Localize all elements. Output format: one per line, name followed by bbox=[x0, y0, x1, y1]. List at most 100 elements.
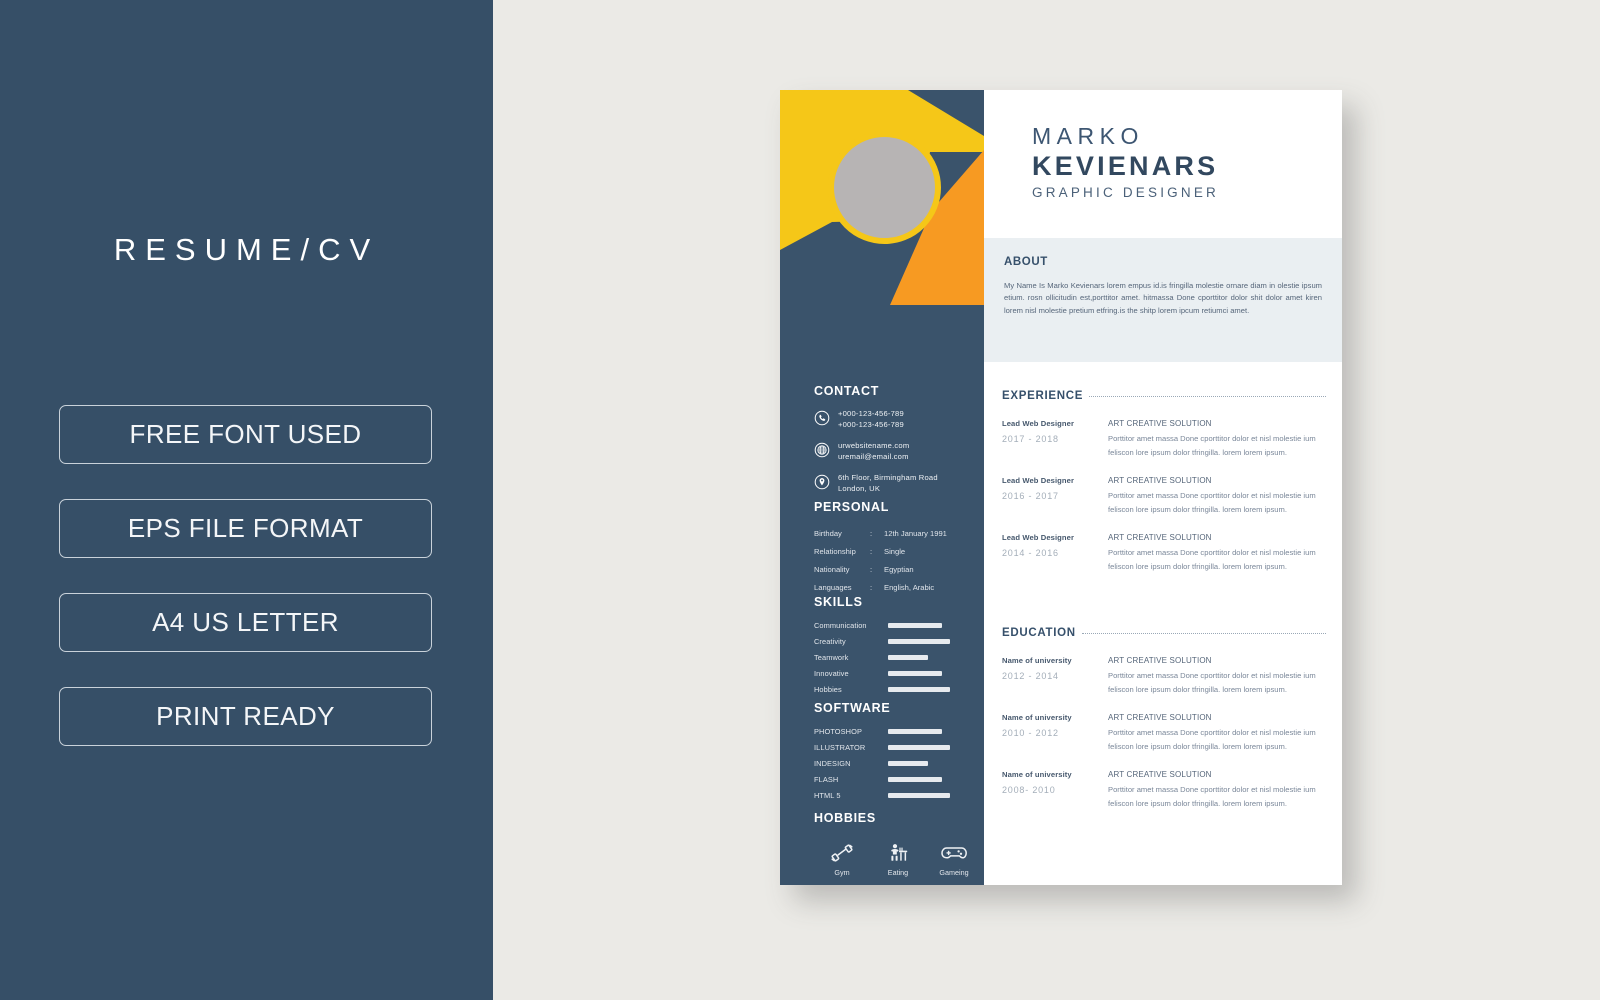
personal-row-relationship: Relationship : Single bbox=[814, 547, 984, 557]
skill-row: Communication bbox=[814, 621, 984, 630]
education-company: ART CREATIVE SOLUTION bbox=[1108, 656, 1212, 665]
education-company: ART CREATIVE SOLUTION bbox=[1108, 713, 1212, 722]
dumbbell-icon bbox=[814, 841, 870, 865]
address-line-1: 6th Floor, Birmingham Road bbox=[838, 473, 938, 482]
job-title: GRAPHIC DESIGNER bbox=[1032, 185, 1219, 200]
personal-separator: : bbox=[870, 529, 873, 538]
promo-title: RESUME/CV bbox=[113, 232, 380, 267]
education-date: 2010 - 2012 bbox=[1002, 728, 1059, 738]
education-section-title: EDUCATION bbox=[1002, 627, 1076, 639]
education-entry: Name of university 2012 - 2014 ART CREAT… bbox=[1002, 656, 1326, 696]
personal-row-languages: Languages : English, Arabic bbox=[814, 583, 984, 593]
education-description: Porttitor amet massa Done cporttitor dol… bbox=[1108, 728, 1316, 751]
experience-role: Lead Web Designer bbox=[1002, 419, 1075, 428]
experience-entry-meta: Lead Web Designer 2016 - 2017 bbox=[1002, 476, 1108, 516]
personal-key: Relationship bbox=[814, 547, 856, 556]
hobby-label: Gameing bbox=[939, 868, 969, 877]
education-institution: Name of university bbox=[1002, 713, 1072, 722]
experience-company: ART CREATIVE SOLUTION bbox=[1108, 533, 1212, 542]
software-row: PHOTOSHOP bbox=[814, 727, 984, 736]
software-label: HTML 5 bbox=[814, 791, 841, 800]
promo-badge-eps-format[interactable]: EPS FILE FORMAT bbox=[59, 499, 432, 558]
education-company: ART CREATIVE SOLUTION bbox=[1108, 770, 1212, 779]
personal-key: Nationality bbox=[814, 565, 850, 574]
education-entry: Name of university 2008- 2010 ART CREATI… bbox=[1002, 770, 1326, 810]
skill-label: Creativity bbox=[814, 637, 846, 646]
contact-address-text: 6th Floor, Birmingham Road London, UK bbox=[838, 473, 938, 494]
personal-row-birthday: Birthday : 12th January 1991 bbox=[814, 529, 984, 539]
software-bar-fill bbox=[888, 729, 942, 734]
website-line[interactable]: urwebsitename.com bbox=[838, 441, 909, 450]
hobby-item-gaming: Gameing bbox=[926, 841, 982, 877]
education-entry-body: ART CREATIVE SOLUTION Porttitor amet mas… bbox=[1108, 713, 1326, 753]
software-bar-track bbox=[888, 777, 952, 782]
software-section: SOFTWARE PHOTOSHOP ILLUSTRATOR INDESIGN … bbox=[814, 701, 984, 800]
promo-badge-print-ready[interactable]: PRINT READY bbox=[59, 687, 432, 746]
experience-entry-meta: Lead Web Designer 2014 - 2016 bbox=[1002, 533, 1108, 573]
hobbies-section-title: HOBBIES bbox=[814, 811, 876, 825]
email-line[interactable]: uremail@email.com bbox=[838, 452, 909, 461]
promo-badge-label: A4 US LETTER bbox=[152, 607, 339, 637]
education-entry: Name of university 2010 - 2012 ART CREAT… bbox=[1002, 713, 1326, 753]
skill-label: Hobbies bbox=[814, 685, 842, 694]
software-bar-track bbox=[888, 745, 952, 750]
hobby-label: Eating bbox=[887, 868, 909, 877]
skill-row: Innovative bbox=[814, 669, 984, 678]
resume-sidebar: CONTACT +000-123-456-789 +000-123-456-78… bbox=[780, 90, 984, 885]
software-row: FLASH bbox=[814, 775, 984, 784]
personal-value: English, Arabic bbox=[884, 583, 935, 592]
education-heading: EDUCATION bbox=[1002, 627, 1326, 639]
experience-role: Lead Web Designer bbox=[1002, 533, 1075, 542]
software-bar-fill bbox=[888, 745, 951, 750]
experience-entry-body: ART CREATIVE SOLUTION Porttitor amet mas… bbox=[1108, 419, 1326, 459]
hobby-item-eating: Eating bbox=[870, 841, 926, 877]
skill-bar-fill bbox=[888, 623, 942, 628]
resume-main: MARKO KEVIENARS GRAPHIC DESIGNER ABOUT M… bbox=[984, 90, 1342, 885]
experience-heading: EXPERIENCE bbox=[1002, 390, 1326, 402]
education-entry-body: ART CREATIVE SOLUTION Porttitor amet mas… bbox=[1108, 656, 1326, 696]
software-label: INDESIGN bbox=[814, 759, 851, 768]
education-entry-meta: Name of university 2012 - 2014 bbox=[1002, 656, 1108, 696]
education-institution: Name of university bbox=[1002, 770, 1072, 779]
promo-badge-label: EPS FILE FORMAT bbox=[127, 513, 364, 543]
experience-role: Lead Web Designer bbox=[1002, 476, 1075, 485]
personal-section: PERSONAL Birthday : 12th January 1991 Re… bbox=[814, 500, 984, 593]
globe-icon bbox=[814, 442, 830, 458]
last-name: KEVIENARS bbox=[1032, 151, 1219, 181]
dining-icon bbox=[870, 841, 926, 865]
skill-label: Innovative bbox=[814, 669, 849, 678]
contact-section: CONTACT +000-123-456-789 +000-123-456-78… bbox=[814, 384, 984, 494]
skill-row: Hobbies bbox=[814, 685, 984, 694]
skill-label: Communication bbox=[814, 621, 867, 630]
software-bar-track bbox=[888, 761, 952, 766]
promo-badge-free-font[interactable]: FREE FONT USED bbox=[59, 405, 432, 464]
experience-date: 2014 - 2016 bbox=[1002, 548, 1059, 558]
promo-badge-a4-us-letter[interactable]: A4 US LETTER bbox=[59, 593, 432, 652]
education-entry-body: ART CREATIVE SOLUTION Porttitor amet mas… bbox=[1108, 770, 1326, 810]
skills-section-title: SKILLS bbox=[814, 595, 863, 609]
personal-value: Single bbox=[884, 547, 906, 556]
software-section-title: SOFTWARE bbox=[814, 701, 891, 715]
experience-entry-body: ART CREATIVE SOLUTION Porttitor amet mas… bbox=[1108, 533, 1326, 573]
skill-bar-fill bbox=[888, 687, 951, 692]
education-date: 2012 - 2014 bbox=[1002, 671, 1059, 681]
personal-value: Egyptian bbox=[884, 565, 914, 574]
contact-web-text: urwebsitename.com uremail@email.com bbox=[838, 441, 909, 462]
personal-key: Birthday bbox=[814, 529, 842, 538]
first-name: MARKO bbox=[1032, 123, 1144, 149]
software-row: ILLUSTRATOR bbox=[814, 743, 984, 752]
education-institution: Name of university bbox=[1002, 656, 1072, 665]
promo-panel: RESUME/CV FREE FONT USED EPS FILE FORMAT… bbox=[0, 0, 493, 1000]
skill-row: Teamwork bbox=[814, 653, 984, 662]
contact-section-title: CONTACT bbox=[814, 384, 880, 398]
page-root: RESUME/CV FREE FONT USED EPS FILE FORMAT… bbox=[0, 0, 1600, 1000]
experience-section: EXPERIENCE Lead Web Designer 2017 - 2018… bbox=[1002, 390, 1326, 573]
personal-key: Languages bbox=[814, 583, 852, 592]
experience-company: ART CREATIVE SOLUTION bbox=[1108, 476, 1212, 485]
personal-separator: : bbox=[870, 565, 873, 574]
skill-bar-track bbox=[888, 671, 952, 676]
hobbies-section: HOBBIES Gym Eating Gameing bbox=[814, 811, 984, 885]
software-bar-fill bbox=[888, 793, 951, 798]
software-bar-track bbox=[888, 793, 952, 798]
skill-bar-track bbox=[888, 655, 952, 660]
